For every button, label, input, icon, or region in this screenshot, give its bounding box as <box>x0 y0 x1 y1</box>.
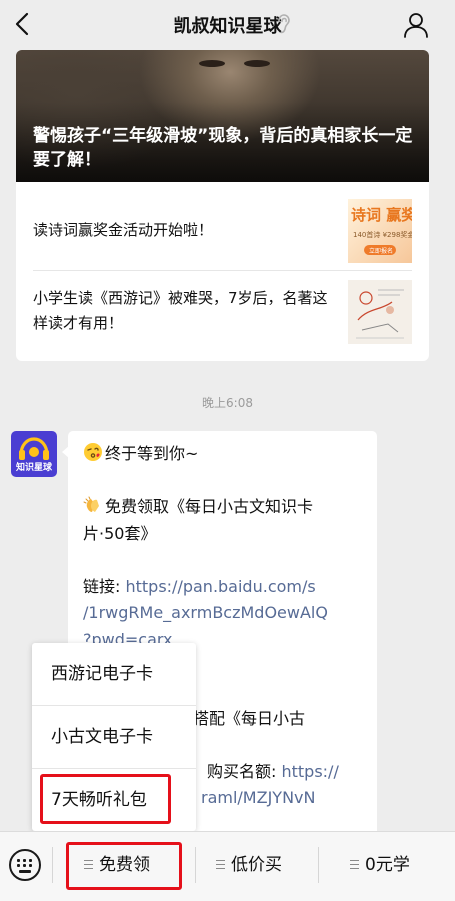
message-line: 终于等到你~ <box>83 440 198 467</box>
message-line: 购买名额: https:// <box>207 758 339 785</box>
message-link[interactable]: /1rwgRMe_axrmBczMdOewAlQ <box>83 599 328 626</box>
message-line: 免费领取《每日小古文知识卡 <box>83 493 313 520</box>
highlight-box <box>66 842 182 890</box>
menu-lines-icon <box>216 860 225 869</box>
message-text: 购买名额: <box>207 762 282 781</box>
article-item-title: 读诗词赢奖金活动开始啦！ <box>33 221 214 239</box>
cover-photo-detail <box>244 60 270 67</box>
article-cover[interactable]: 警惕孩子“三年级滑坡”现象，背后的真相家长一定要了解！ <box>16 50 429 182</box>
avatar[interactable]: 知识星球 <box>11 431 57 477</box>
message-link[interactable]: raml/MZJYNvN <box>201 784 315 811</box>
message-link[interactable]: https:// <box>281 762 338 781</box>
message-link[interactable]: https://pan.baidu.com/s <box>125 577 315 596</box>
message-text: 免费领取《每日小古文知识卡 <box>105 497 314 516</box>
message-line: 链接: https://pan.baidu.com/s <box>83 573 316 600</box>
svg-text:立即报名: 立即报名 <box>369 247 393 255</box>
bottom-menu-bar: 免费领 低价买 0元学 <box>0 831 455 901</box>
chat-header: 凯叔知识星球 <box>0 0 455 50</box>
message-text: 搭配《每日小古 <box>193 709 306 728</box>
headphones-icon <box>19 437 49 460</box>
submenu-item-xiyouji[interactable]: 西游记电子卡 <box>32 643 196 705</box>
menu-tab-cheap[interactable]: 低价买 <box>216 850 282 880</box>
message-text: 片·50套》 <box>83 524 157 543</box>
article-thumbnail: 诗词 赢奖 140首诗 ¥298奖金 立即报名 <box>348 199 412 263</box>
menu-divider <box>52 847 53 883</box>
avatar-label: 知识星球 <box>15 463 52 473</box>
article-divider <box>33 270 412 271</box>
keyboard-icon[interactable] <box>9 849 41 881</box>
cover-photo-detail <box>199 60 225 67</box>
page-title: 凯叔知识星球 <box>173 16 282 37</box>
svg-text:诗词 赢奖: 诗词 赢奖 <box>351 206 412 224</box>
menu-divider <box>195 847 196 883</box>
kiss-emoji-icon <box>84 443 102 461</box>
link-label: 链接: <box>83 577 126 596</box>
article-cover-title: 警惕孩子“三年级滑坡”现象，背后的真相家长一定要了解！ <box>33 126 413 170</box>
menu-divider <box>318 847 319 883</box>
svg-text:140首诗 ¥298奖金: 140首诗 ¥298奖金 <box>353 230 412 239</box>
message-timestamp: 晚上6:08 <box>202 396 253 410</box>
menu-lines-icon <box>350 860 359 869</box>
submenu-popup: 西游记电子卡 小古文电子卡 7天畅听礼包 <box>32 643 196 831</box>
submenu-item-xiaoguwen[interactable]: 小古文电子卡 <box>32 706 196 768</box>
message-text: 终于等到你~ <box>105 444 199 463</box>
article-item[interactable]: 小学生读《西游记》被难哭，7岁后，名著这样读才有用！ <box>33 280 412 344</box>
menu-tab-zero[interactable]: 0元学 <box>350 850 410 880</box>
article-card: 警惕孩子“三年级滑坡”现象，背后的真相家长一定要了解！ 读诗词赢奖金活动开始啦！… <box>16 50 429 361</box>
profile-icon[interactable] <box>402 11 430 39</box>
ear-icon <box>278 14 290 34</box>
article-item[interactable]: 读诗词赢奖金活动开始啦！ 诗词 赢奖 140首诗 ¥298奖金 立即报名 <box>33 197 412 263</box>
article-item-title: 小学生读《西游记》被难哭，7岁后，名著这样读才有用！ <box>33 289 328 332</box>
menu-tab-label: 低价买 <box>231 855 282 875</box>
clapping-hands-icon <box>83 496 99 512</box>
highlight-box <box>40 774 171 824</box>
menu-tab-label: 0元学 <box>365 855 410 875</box>
article-thumbnail <box>348 280 412 344</box>
